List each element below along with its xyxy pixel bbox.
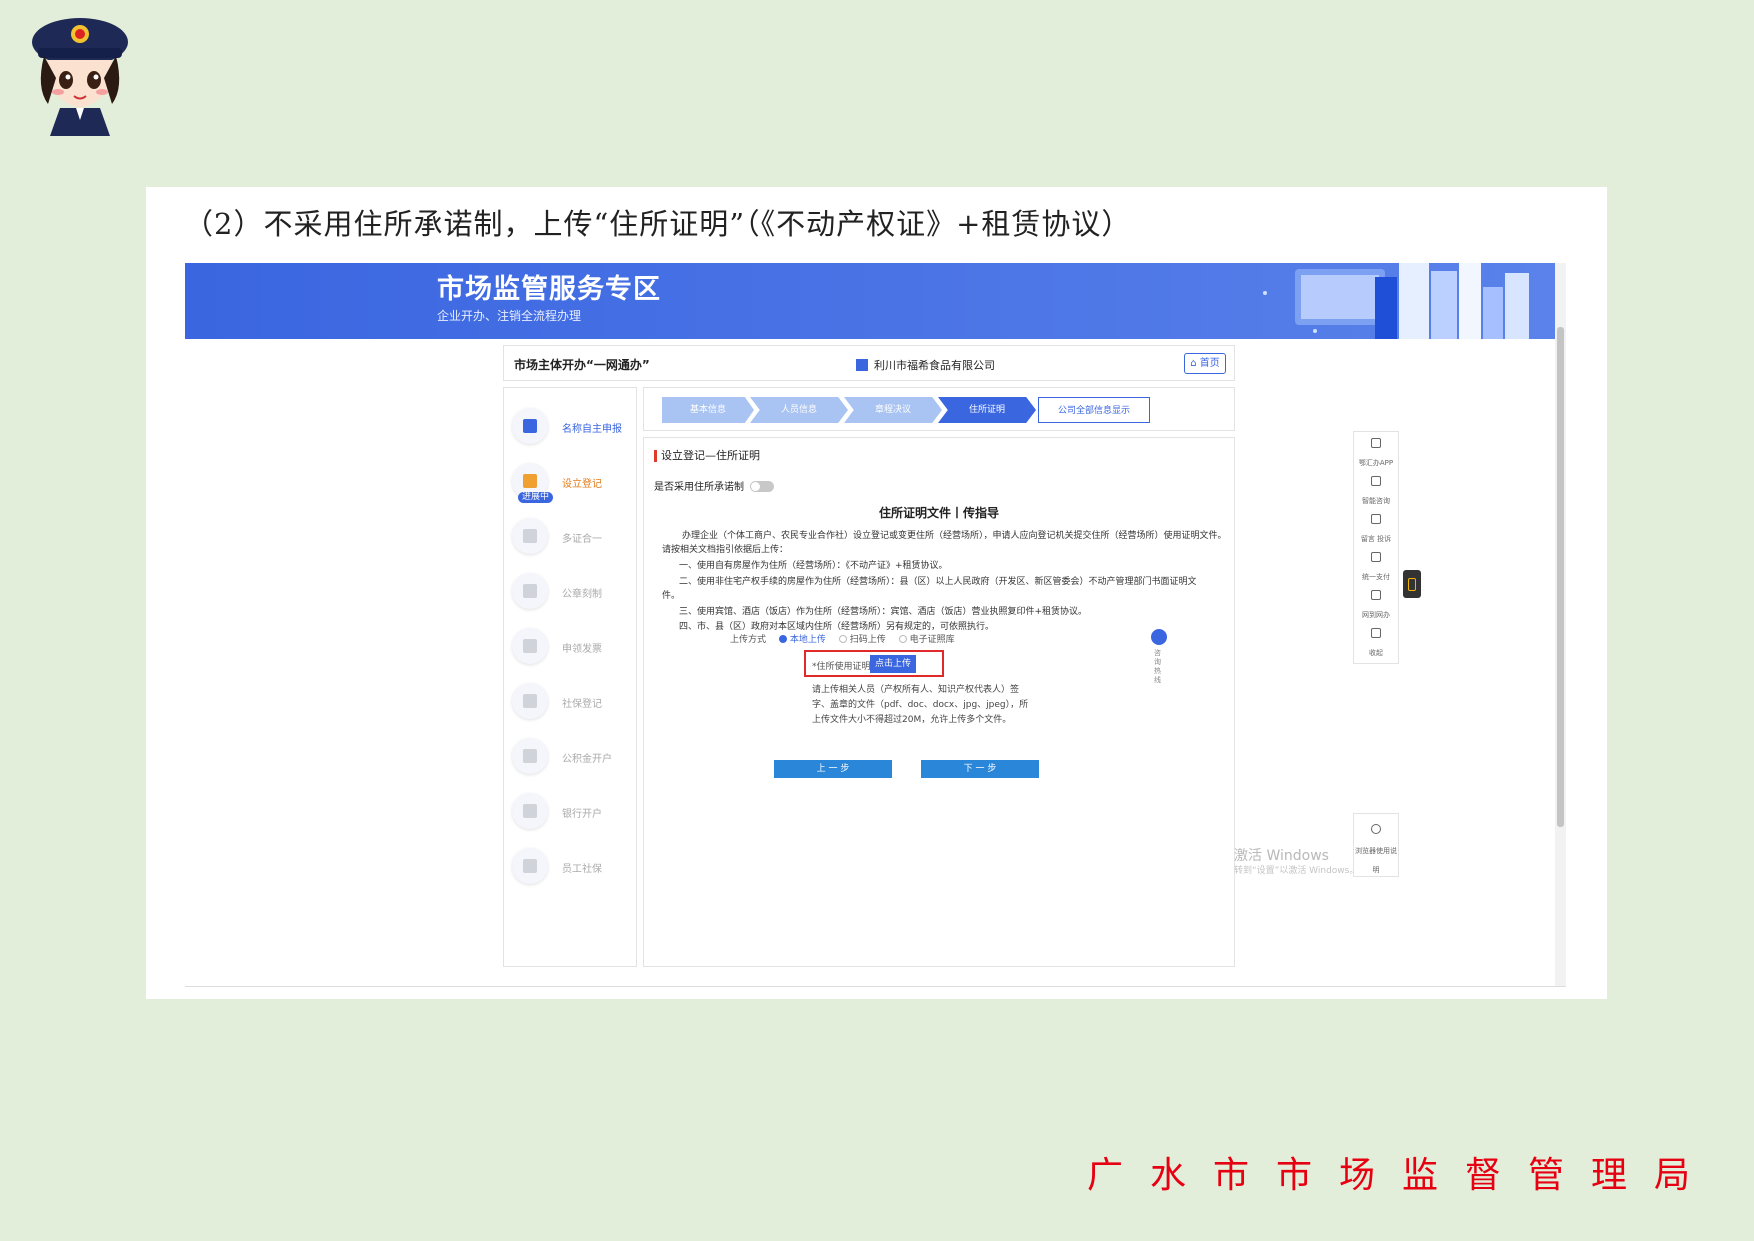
- upload-mode-row: 上传方式 本地上传 扫码上传 电子证照库: [730, 635, 955, 645]
- browser-guide-button[interactable]: 浏览器使用说明: [1353, 813, 1399, 877]
- tool-network[interactable]: 网到网办: [1354, 586, 1398, 622]
- guide-paragraph: 三、使用宾馆、酒店（饭店）作为住所（经营场所）：宾馆、酒店（饭店）营业执照复印件…: [679, 607, 1088, 617]
- right-toolbar: 鄂汇办APP 智能咨询 留言 投诉 统一支付 网到网办 收起: [1353, 431, 1399, 664]
- header-title: 市场主体开办“一网通办”: [514, 358, 650, 372]
- section-title: 设立登记—住所证明: [654, 450, 760, 462]
- guide-paragraph: 二、使用非住宅产权手续的房屋作为住所（经营场所）：县（区）以上人民政府（开发区、…: [679, 577, 1197, 587]
- sidebar-item-multi-cert[interactable]: 多证合一: [512, 516, 632, 556]
- hotline[interactable]: 咨询热线: [1151, 629, 1167, 691]
- slide-caption: （2）不采用住所承诺制，上传“住所证明”（《不动产权证》+租赁协议）: [184, 207, 1132, 241]
- header-bar: 市场主体开办“一网通办” 利川市福希食品有限公司 ⌂ 首页: [503, 345, 1235, 381]
- tool-payment[interactable]: 统一支付: [1354, 548, 1398, 584]
- banner-subtitle: 企业开办、注销全流程办理: [437, 309, 582, 323]
- windows-activation-watermark: 激活 Windows: [1234, 848, 1329, 864]
- shield-icon: [523, 694, 537, 708]
- vertical-scrollbar[interactable]: [1555, 263, 1566, 986]
- next-step-button[interactable]: 下 一 步: [921, 760, 1039, 778]
- step-personnel[interactable]: 人员信息: [750, 397, 848, 423]
- yuan-icon: [1371, 552, 1381, 562]
- document-icon: [523, 859, 537, 873]
- upload-button[interactable]: 点击上传: [870, 655, 916, 673]
- guide-title: 住所证明文件丨传指导: [878, 506, 999, 520]
- city-illustration-icon: [1263, 263, 1529, 339]
- main-content: 设立登记—住所证明 是否采用住所承诺制 住所证明文件丨传指导 办理企业（个体工商…: [643, 437, 1235, 967]
- prev-step-button[interactable]: 上 一 步: [774, 760, 892, 778]
- house-icon: [523, 749, 537, 763]
- id-card-icon: [523, 529, 537, 543]
- upload-note: 字、盖章的文件（pdf、doc、docx、jpg、jpeg），所: [812, 700, 1029, 710]
- guide-paragraph: 件。: [662, 591, 681, 601]
- guide-paragraph: 请按相关文档指引依据后上传：: [662, 545, 789, 555]
- stamp-icon: [523, 584, 537, 598]
- footer-organization: 广水市市场监督管理局: [1086, 1155, 1717, 1196]
- status-badge: 进展中: [518, 492, 554, 503]
- guide-paragraph: 四、市、县（区）政府对本区域内住所（经营场所）另有规定的，可依照执行。: [679, 622, 995, 632]
- phone-icon: [1151, 629, 1167, 645]
- browser-icon: [1371, 824, 1381, 834]
- sidebar-item-social-security[interactable]: 社保登记: [512, 681, 632, 721]
- step-progress: 基本信息 人员信息 章程决议 住所证明 公司全部信息显示: [643, 387, 1235, 431]
- windows-activation-hint: 转到“设置”以激活 Windows。: [1234, 866, 1359, 876]
- share-icon: [1371, 590, 1381, 600]
- sidebar-item-bank[interactable]: 银行开户: [512, 791, 632, 831]
- mascot-icon: [32, 18, 128, 136]
- building-icon: [856, 359, 868, 371]
- step-summary[interactable]: 公司全部信息显示: [1038, 397, 1150, 423]
- side-panel-tab[interactable]: [1403, 570, 1421, 598]
- collapse-icon: [1371, 628, 1381, 638]
- tool-collapse[interactable]: 收起: [1354, 624, 1398, 660]
- form-icon: [523, 474, 537, 488]
- company-name: 利川市福希食品有限公司: [856, 357, 995, 373]
- invoice-icon: [523, 639, 537, 653]
- phone-icon: [1371, 438, 1381, 448]
- banner-title: 市场监管服务专区: [437, 274, 661, 305]
- tool-feedback[interactable]: 留言 投诉: [1354, 510, 1398, 546]
- sidebar: 名称自主申报 设立登记 进展中 多证合一 公章刻制 申领发票 社保登记 公积金开…: [503, 387, 637, 967]
- step-basic-info[interactable]: 基本信息: [662, 397, 754, 423]
- step-charter[interactable]: 章程决议: [844, 397, 942, 423]
- sidebar-item-name-declare[interactable]: 名称自主申报: [512, 406, 632, 446]
- message-icon: [1371, 514, 1381, 524]
- upload-note: 请上传相关人员（产权所有人、知识产权代表人）签: [812, 685, 1020, 695]
- guide-paragraph: 办理企业（个体工商户、农民专业合作社）设立登记或变更住所（经营场所），申请人应向…: [682, 531, 1227, 541]
- tool-smart-consult[interactable]: 智能咨询: [1354, 472, 1398, 508]
- radio-local[interactable]: [778, 635, 787, 643]
- sidebar-item-seal[interactable]: 公章刻制: [512, 571, 632, 611]
- sidebar-item-housing-fund[interactable]: 公积金开户: [512, 736, 632, 776]
- headset-icon: [1371, 476, 1381, 486]
- sidebar-item-staff[interactable]: 员工社保: [512, 846, 632, 886]
- edit-icon: [523, 419, 537, 433]
- sidebar-item-invoice[interactable]: 申领发票: [512, 626, 632, 666]
- upload-highlight-box: *住所使用证明 点击上传: [804, 650, 944, 677]
- browser-screenshot: 市场监管服务专区 企业开办、注销全流程办理 市场主体开办“一网通办” 利川市福希…: [185, 263, 1566, 987]
- tool-app[interactable]: 鄂汇办APP: [1354, 434, 1398, 470]
- step-address-proof[interactable]: 住所证明: [938, 397, 1036, 423]
- radio-e-license[interactable]: [898, 635, 907, 643]
- commitment-toggle[interactable]: [750, 481, 774, 492]
- guide-paragraph: 一、使用自有房屋作为住所（经营场所）：《不动产证》+租赁协议。: [679, 561, 948, 571]
- upload-note: 上传文件大小不得超过20M，允许上传多个文件。: [812, 715, 1012, 725]
- banner: 市场监管服务专区 企业开办、注销全流程办理: [185, 263, 1555, 339]
- scrollbar-thumb[interactable]: [1557, 327, 1564, 827]
- home-button[interactable]: ⌂ 首页: [1184, 353, 1226, 374]
- upload-field-label: *住所使用证明: [812, 662, 871, 672]
- slide-card: （2）不采用住所承诺制，上传“住所证明”（《不动产权证》+租赁协议） 市场监管服…: [146, 187, 1607, 999]
- commitment-option: 是否采用住所承诺制: [654, 478, 774, 493]
- radio-qr[interactable]: [838, 635, 847, 643]
- bank-icon: [523, 804, 537, 818]
